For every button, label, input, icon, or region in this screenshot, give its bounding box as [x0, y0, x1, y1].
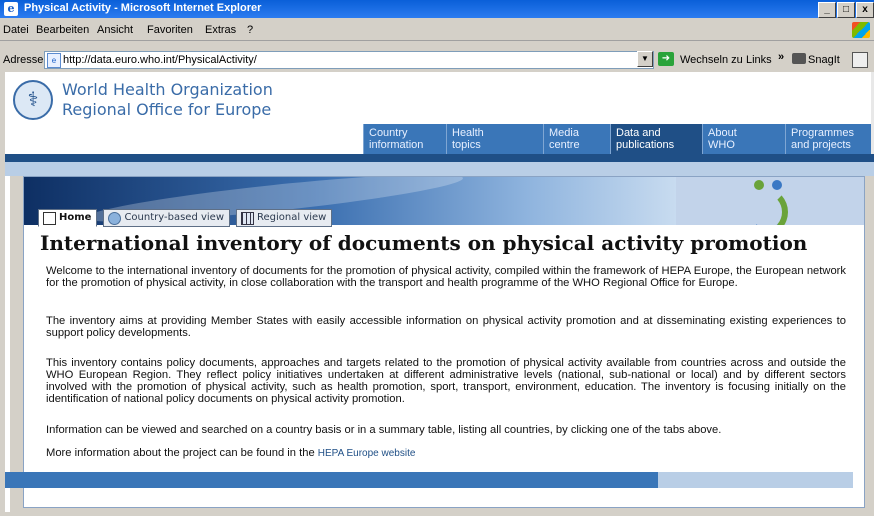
org-name-line1[interactable]: World Health Organization	[62, 80, 273, 99]
nav-label-line2: and projects	[791, 139, 851, 151]
maximize-button[interactable]: □	[837, 2, 855, 18]
nav-label-line2: WHO	[708, 139, 735, 151]
address-input[interactable]: e http://data.euro.who.int/PhysicalActiv…	[44, 51, 654, 69]
content-frame: Home Country-based view Regional view In…	[10, 176, 874, 512]
nav-separator	[610, 124, 611, 154]
nav-programmes-and-projects[interactable]: Programmes and projects	[785, 124, 871, 154]
window-controls: _ □ x	[818, 2, 874, 18]
nav-label-line2: publications	[616, 139, 675, 151]
menu-item-bearbeiten[interactable]: Bearbeiten	[36, 24, 89, 36]
nav-separator	[785, 124, 786, 154]
go-button[interactable]: Wechseln zu	[680, 54, 743, 66]
tab-label: Country-based view	[124, 212, 225, 223]
address-dropdown-icon[interactable]: ▼	[637, 51, 653, 67]
windows-logo-icon	[852, 22, 870, 38]
links-button[interactable]: Links	[746, 54, 772, 66]
nav-label-line1: Data and	[616, 127, 661, 139]
menu-item-ansicht[interactable]: Ansicht	[97, 24, 133, 36]
address-url: http://data.euro.who.int/PhysicalActivit…	[63, 54, 257, 66]
content-panel: Home Country-based view Regional view In…	[23, 176, 865, 508]
usage-paragraph: Information can be viewed and searched o…	[46, 424, 722, 436]
minimize-button[interactable]: _	[818, 2, 836, 18]
toolbar-tool-icon[interactable]	[852, 52, 868, 68]
who-emblem-icon[interactable]: ⚕	[13, 80, 53, 120]
tab-home[interactable]: Home	[38, 209, 98, 227]
nav-country-information[interactable]: Country information	[363, 124, 446, 154]
nav-separator	[363, 124, 364, 154]
main-navigation: Country information Health topics Media …	[5, 124, 874, 154]
table-icon	[241, 212, 255, 225]
header-divider-dark	[5, 154, 874, 162]
nav-health-topics[interactable]: Health topics	[446, 124, 543, 154]
menu-item-help[interactable]: ?	[247, 24, 253, 36]
footer-bar-light	[658, 472, 853, 488]
address-label: Adresse	[3, 54, 44, 66]
ie-icon: e	[4, 2, 18, 16]
tab-country-based-view[interactable]: Country-based view	[103, 209, 231, 227]
house-icon	[43, 212, 56, 225]
page-icon: e	[47, 53, 61, 68]
more-info-paragraph: More information about the project can b…	[46, 447, 846, 460]
aims-paragraph: The inventory aims at providing Member S…	[46, 315, 846, 339]
chevron-more-icon[interactable]: »	[778, 51, 784, 63]
nav-about-who[interactable]: About WHO	[702, 124, 785, 154]
nav-separator	[543, 124, 544, 154]
nav-media-centre[interactable]: Media centre	[543, 124, 610, 154]
close-button[interactable]: x	[856, 2, 874, 18]
tab-label: Home	[59, 212, 92, 223]
footer-bar	[5, 472, 658, 488]
nav-label-line2: topics	[452, 139, 481, 151]
browser-viewport: ⚕ World Health Organization Regional Off…	[5, 72, 874, 512]
hepa-logo	[676, 177, 864, 225]
nav-label-line1: About	[708, 127, 737, 139]
intro-paragraph: Welcome to the international inventory o…	[46, 265, 846, 289]
address-bar: Adresse e http://data.euro.who.int/Physi…	[0, 49, 874, 71]
tab-regional-view[interactable]: Regional view	[236, 209, 333, 227]
nav-label-line1: Media	[549, 127, 579, 139]
tab-label: Regional view	[257, 212, 327, 223]
hepa-europe-link[interactable]: HEPA Europe website	[318, 448, 416, 459]
nav-label-line1: Programmes	[791, 127, 854, 139]
view-tabs: Home Country-based view Regional view	[38, 209, 333, 227]
header-divider-light	[5, 162, 874, 176]
menu-item-extras[interactable]: Extras	[205, 24, 236, 36]
nav-label-line2: centre	[549, 139, 580, 151]
page-title: International inventory of documents on …	[40, 231, 808, 255]
window-title-bar: e Physical Activity - Microsoft Internet…	[0, 0, 874, 18]
contents-paragraph: This inventory contains policy documents…	[46, 357, 846, 405]
menu-bar: Datei Bearbeiten Ansicht Favoriten Extra…	[0, 20, 874, 41]
more-info-text: More information about the project can b…	[46, 447, 315, 459]
logo-swoosh	[746, 189, 788, 225]
nav-separator	[446, 124, 447, 154]
globe-icon	[108, 212, 122, 225]
nav-separator	[702, 124, 703, 154]
window-title: Physical Activity - Microsoft Internet E…	[24, 2, 262, 14]
snagit-icon[interactable]	[792, 53, 806, 64]
nav-label-line1: Country	[369, 127, 408, 139]
menu-item-datei[interactable]: Datei	[3, 24, 29, 36]
snagit-button[interactable]: SnagIt	[808, 54, 840, 66]
go-arrow-icon[interactable]: ➜	[658, 52, 674, 66]
nav-label-line2: information	[369, 139, 424, 151]
nav-data-and-publications[interactable]: Data and publications	[610, 124, 702, 154]
menu-item-favoriten[interactable]: Favoriten	[147, 24, 193, 36]
logo-dot-blue	[772, 180, 782, 190]
nav-label-line1: Health	[452, 127, 484, 139]
org-name-line2[interactable]: Regional Office for Europe	[62, 100, 271, 119]
